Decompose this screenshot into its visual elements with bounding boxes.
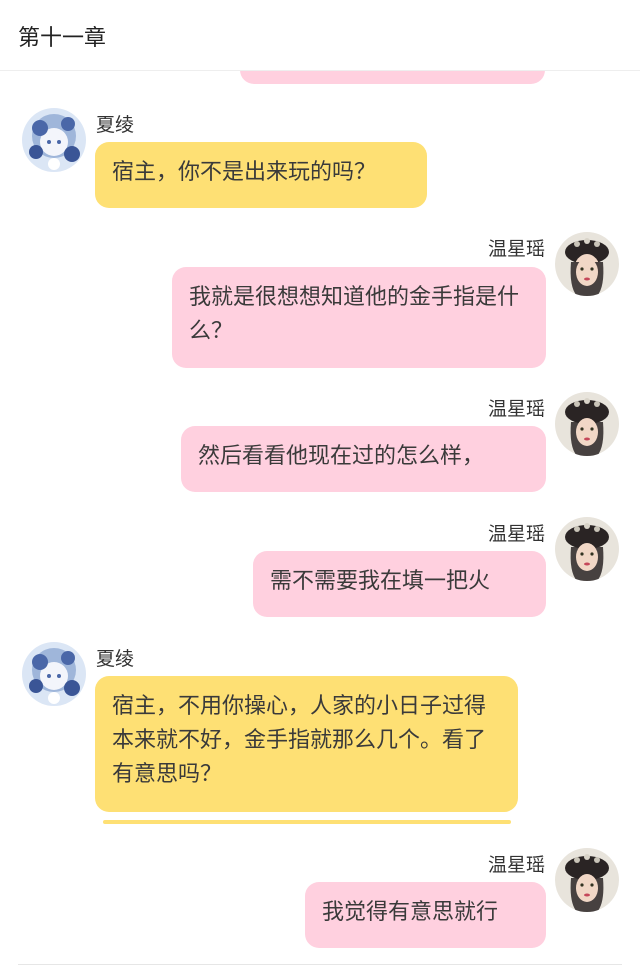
system-avatar-icon[interactable] bbox=[22, 642, 86, 706]
host-avatar-icon[interactable] bbox=[555, 517, 619, 581]
sender-name: 夏绫 bbox=[96, 114, 135, 136]
message-bubble[interactable]: 需不需要我在填一把火 bbox=[253, 551, 546, 617]
host-avatar-icon[interactable] bbox=[555, 232, 619, 296]
message-bubble[interactable]: 我觉得有意思就行 bbox=[305, 882, 546, 948]
message-item: 夏绫 宿主，你不是出来玩的吗？ bbox=[0, 108, 640, 218]
message-bubble[interactable]: 宿主，不用你操心，人家的小日子过得本来就不好，金手指就那么几个。看了有意思吗？ bbox=[95, 676, 518, 812]
message-item: 温星瑶 然后看看他现在过的怎么样， bbox=[0, 392, 640, 497]
host-avatar-icon[interactable] bbox=[555, 392, 619, 456]
sender-name: 温星瑶 bbox=[487, 398, 545, 420]
chat-area[interactable]: 夏绫 宿主，你不是出来玩的吗？ 温星瑶 我就是很想想知道他的金手指是什么？ 温星… bbox=[0, 70, 640, 967]
previous-message-bubble-fragment bbox=[240, 70, 545, 84]
sender-name: 温星瑶 bbox=[487, 523, 545, 545]
bubble-divider bbox=[103, 820, 511, 824]
system-avatar-icon[interactable] bbox=[22, 108, 86, 172]
divider-line bbox=[18, 964, 622, 965]
sender-name: 夏绫 bbox=[96, 648, 135, 670]
message-item: 温星瑶 我觉得有意思就行 bbox=[0, 848, 640, 953]
message-bubble[interactable]: 然后看看他现在过的怎么样， bbox=[181, 426, 546, 492]
host-avatar-icon[interactable] bbox=[555, 848, 619, 912]
chapter-header: 第十一章 bbox=[0, 0, 640, 71]
sender-name: 温星瑶 bbox=[487, 238, 545, 260]
message-item: 温星瑶 我就是很想想知道他的金手指是什么？ bbox=[0, 232, 640, 372]
message-bubble[interactable]: 宿主，你不是出来玩的吗？ bbox=[95, 142, 427, 208]
message-item: 夏绫 宿主，不用你操心，人家的小日子过得本来就不好，金手指就那么几个。看了有意思… bbox=[0, 642, 640, 818]
message-bubble[interactable]: 我就是很想想知道他的金手指是什么？ bbox=[172, 267, 546, 368]
sender-name: 温星瑶 bbox=[487, 854, 545, 876]
chapter-title: 第十一章 bbox=[18, 26, 107, 51]
message-item: 温星瑶 需不需要我在填一把火 bbox=[0, 517, 640, 622]
